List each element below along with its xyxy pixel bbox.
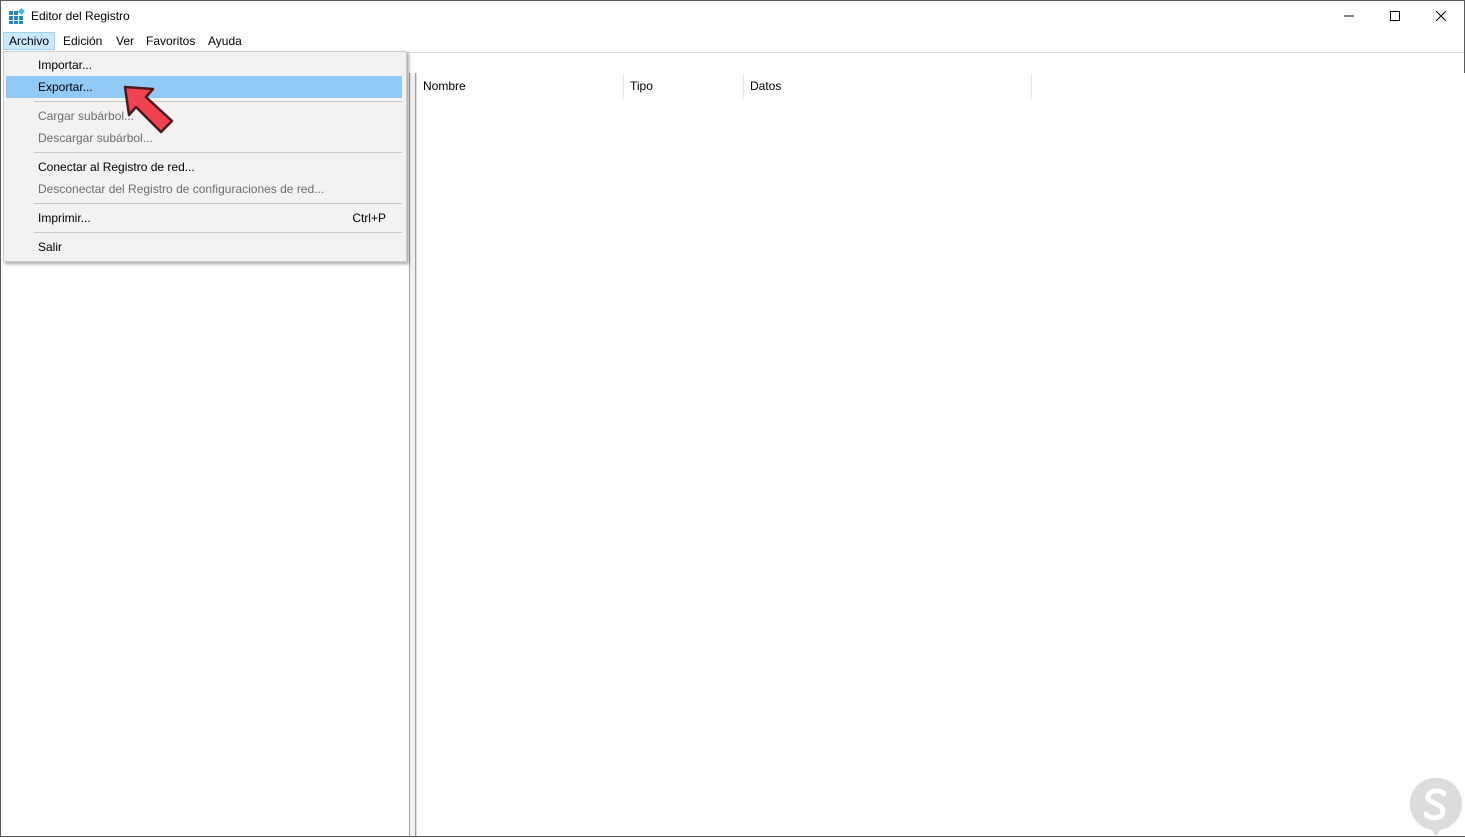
menu-edicion[interactable]: Edición	[58, 32, 107, 50]
menu-separator	[34, 152, 402, 153]
menu-separator	[34, 101, 402, 102]
menu-separator	[34, 232, 402, 233]
list-header: Nombre Tipo Datos	[417, 74, 1465, 99]
maximize-button[interactable]	[1372, 1, 1418, 31]
menu-item-imprimir[interactable]: Imprimir... Ctrl+P	[6, 207, 402, 229]
file-menu-dropdown: Importar... Exportar... Cargar subárbol.…	[3, 51, 407, 262]
close-button[interactable]	[1418, 1, 1464, 31]
column-header-tipo[interactable]: Tipo	[624, 74, 744, 99]
menu-archivo[interactable]: Archivo	[3, 32, 56, 50]
menu-separator	[34, 203, 402, 204]
title-bar[interactable]: Editor del Registro	[1, 1, 1464, 31]
menu-item-desconectar-registro-red: Desconectar del Registro de configuracio…	[38, 182, 325, 196]
column-header-datos[interactable]: Datos	[744, 74, 1032, 99]
registry-editor-window: Editor del Registro Archivo Edición Ver …	[0, 0, 1465, 837]
minimize-icon	[1344, 15, 1354, 17]
menu-favoritos[interactable]: Favoritos	[141, 32, 200, 50]
menu-item-salir[interactable]: Salir	[6, 236, 402, 258]
values-list-pane[interactable]: Nombre Tipo Datos	[416, 73, 1465, 836]
menu-item-imprimir-shortcut: Ctrl+P	[352, 211, 386, 225]
menu-item-importar[interactable]: Importar...	[6, 54, 402, 76]
registry-editor-icon	[9, 8, 25, 24]
menu-ayuda[interactable]: Ayuda	[203, 32, 247, 50]
minimize-button[interactable]	[1326, 1, 1372, 31]
maximize-icon	[1390, 11, 1400, 21]
pointer-arrow-icon	[123, 85, 174, 134]
watermark-logo-icon	[1410, 778, 1462, 836]
close-icon	[1436, 11, 1446, 21]
menu-item-descargar-subarbol: Descargar subárbol...	[38, 131, 153, 145]
menu-item-cargar-subarbol: Cargar subárbol...	[38, 109, 135, 123]
menu-item-imprimir-label: Imprimir...	[38, 211, 91, 225]
menu-bar: Archivo Edición Ver Favoritos Ayuda	[1, 32, 1464, 51]
menu-ver[interactable]: Ver	[111, 32, 139, 50]
column-header-nombre[interactable]: Nombre	[417, 74, 624, 99]
menu-item-exportar[interactable]: Exportar...	[6, 76, 402, 98]
window-title: Editor del Registro	[31, 9, 130, 23]
menu-item-conectar-registro-red[interactable]: Conectar al Registro de red...	[6, 156, 402, 178]
